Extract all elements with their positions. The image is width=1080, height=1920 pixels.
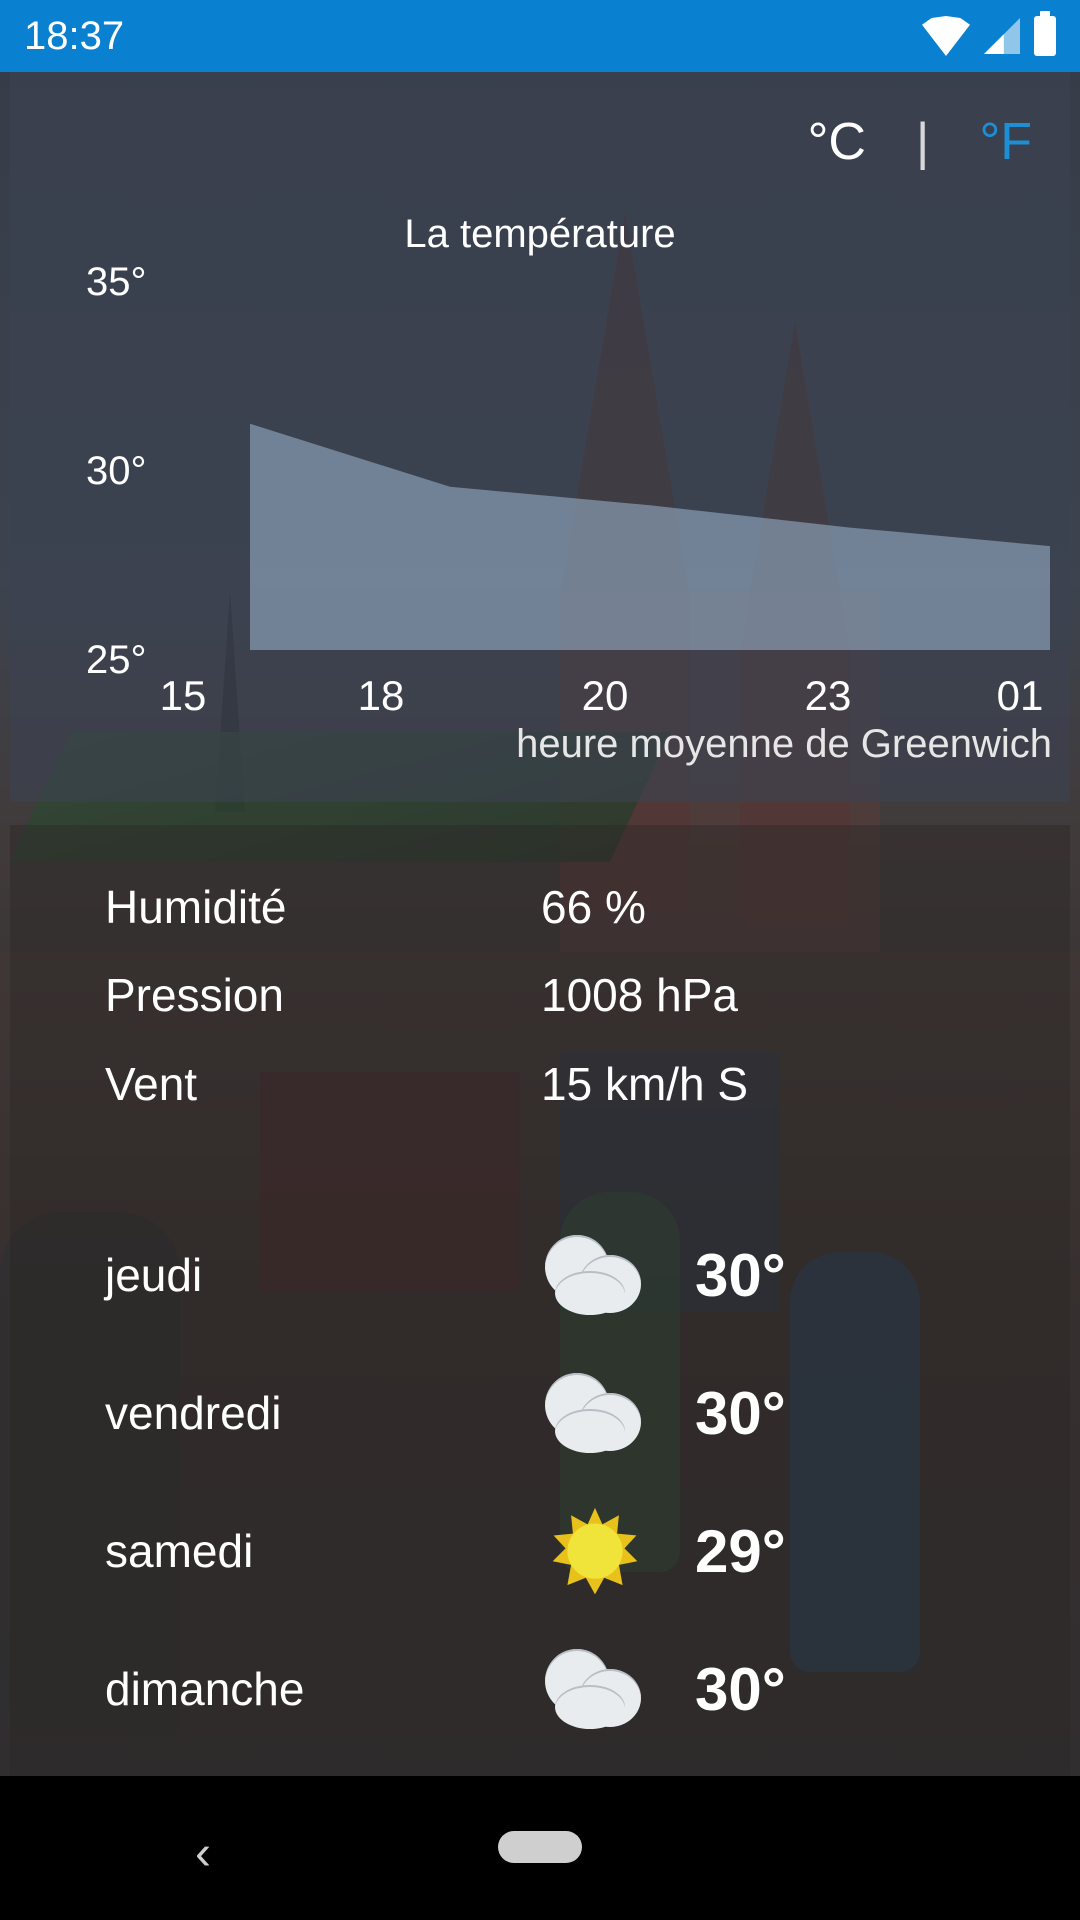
x-tick-18: 18	[357, 672, 405, 719]
back-icon[interactable]: ‹	[195, 1826, 211, 1881]
status-bar: 18:37	[0, 0, 1080, 72]
forecast-row[interactable]: samedi 29°	[105, 1491, 1005, 1611]
x-tick-20: 20	[581, 672, 629, 719]
wind-row: Vent 15 km/h S	[105, 1057, 748, 1111]
pressure-label: Pression	[105, 969, 284, 1021]
temperature-area-series	[250, 423, 1050, 650]
temperature-chart-panel: °C | °F La température 35° 30° 25° 15 18…	[10, 72, 1070, 802]
pressure-row: Pression 1008 hPa	[105, 968, 738, 1022]
humidity-label: Humidité	[105, 881, 287, 933]
cloud-icon	[539, 1225, 649, 1325]
humidity-value: 66 %	[541, 881, 646, 933]
x-tick-23: 23	[804, 672, 852, 719]
forecast-temp: 30°	[695, 1241, 786, 1309]
forecast-day: dimanche	[105, 1663, 305, 1715]
wind-value: 15 km/h S	[541, 1058, 749, 1110]
forecast-temp: 29°	[695, 1517, 786, 1585]
forecast-temp: 30°	[695, 1655, 786, 1723]
forecast-row[interactable]: jeudi 30°	[105, 1215, 1005, 1335]
navigation-bar: ‹	[0, 1776, 1080, 1920]
humidity-row: Humidité 66 %	[105, 880, 646, 934]
forecast-temp: 30°	[695, 1379, 786, 1447]
x-axis-label: heure moyenne de Greenwich	[516, 722, 1052, 766]
cloud-icon	[539, 1363, 649, 1463]
forecast-row[interactable]: vendredi 30°	[105, 1353, 1005, 1473]
current-details-panel: Humidité 66 % Pression 1008 hPa Vent 15 …	[10, 825, 1070, 1180]
forecast-day: samedi	[105, 1525, 254, 1577]
pressure-value: 1008 hPa	[541, 969, 738, 1021]
x-tick-15: 15	[159, 672, 207, 719]
home-button[interactable]	[498, 1831, 582, 1863]
cell-signal-icon	[984, 18, 1020, 54]
wind-label: Vent	[105, 1058, 198, 1110]
cloud-icon	[539, 1639, 649, 1739]
y-tick-30: 30°	[86, 449, 147, 493]
status-time: 18:37	[24, 13, 125, 58]
sun-icon	[539, 1501, 649, 1601]
y-tick-35: 35°	[86, 260, 147, 304]
battery-icon	[1034, 11, 1056, 56]
y-tick-25: 25°	[86, 638, 147, 682]
wifi-icon	[922, 16, 970, 56]
forecast-day: jeudi	[105, 1249, 203, 1301]
x-tick-01: 01	[996, 672, 1044, 719]
daily-forecast-panel: jeudi 30° vendredi 30° samedi 29° dimanc…	[10, 1180, 1070, 1776]
forecast-row[interactable]: dimanche 30°	[105, 1629, 1005, 1749]
forecast-day: vendredi	[105, 1387, 282, 1439]
